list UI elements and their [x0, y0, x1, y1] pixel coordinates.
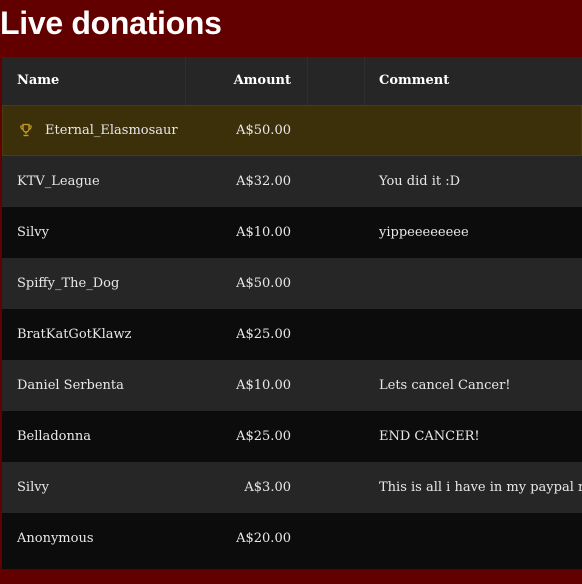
column-divider — [364, 57, 365, 105]
donation-amount: A$25.00 — [236, 327, 291, 342]
table-row: Silvy A$3.00 This is all i have in my pa… — [2, 462, 582, 513]
donation-comment: yippeeeeeeee — [379, 225, 469, 240]
donation-amount: A$25.00 — [236, 429, 291, 444]
donation-amount: A$3.00 — [244, 480, 291, 495]
table-row: Silvy A$10.00 yippeeeeeeee — [2, 207, 582, 258]
donation-comment: You did it :D — [379, 174, 461, 189]
table-row: Spiffy_The_Dog A$50.00 — [2, 258, 582, 309]
donation-amount: A$10.00 — [236, 225, 291, 240]
table-row: KTV_League A$32.00 You did it :D — [2, 156, 582, 207]
donation-amount: A$50.00 — [236, 123, 291, 138]
table-row: Anonymous A$20.00 — [2, 513, 582, 564]
table-row: BratKatGotKlawz A$25.00 — [2, 309, 582, 360]
donor-name: Anonymous — [17, 531, 94, 546]
donation-comment: END CANCER! — [379, 429, 480, 444]
table-row: Belladonna A$25.00 END CANCER! — [2, 411, 582, 462]
column-divider — [185, 57, 186, 105]
page-title: Live donations — [0, 5, 222, 41]
donor-name: Belladonna — [17, 429, 91, 444]
column-divider — [307, 57, 308, 105]
column-header-comment[interactable]: Comment — [379, 57, 449, 105]
donation-amount: A$32.00 — [236, 174, 291, 189]
donor-name: Daniel Serbenta — [17, 378, 124, 393]
donor-name: Spiffy_The_Dog — [17, 276, 120, 291]
donation-comment: This is all i have in my paypal rn, — [379, 480, 582, 495]
donation-amount: A$20.00 — [236, 531, 291, 546]
donation-comment: Lets cancel Cancer! — [379, 378, 511, 393]
column-header-amount[interactable]: Amount — [234, 57, 291, 105]
trophy-icon — [20, 123, 32, 137]
table-row-top-donor: Eternal_Elasmosaur A$50.00 — [2, 105, 582, 156]
donation-amount: A$50.00 — [236, 276, 291, 291]
table-row: Daniel Serbenta A$10.00 Lets cancel Canc… — [2, 360, 582, 411]
donor-name: Eternal_Elasmosaur — [45, 123, 178, 138]
donor-name: Silvy — [17, 480, 49, 495]
donor-name: KTV_League — [17, 174, 100, 189]
donations-table: Name Amount Comment Eternal_Elasmosaur A… — [2, 57, 582, 569]
column-header-name[interactable]: Name — [17, 57, 59, 105]
donor-name: BratKatGotKlawz — [17, 327, 132, 342]
donation-amount: A$10.00 — [236, 378, 291, 393]
table-header: Name Amount Comment — [2, 57, 582, 106]
donor-name: Silvy — [17, 225, 49, 240]
